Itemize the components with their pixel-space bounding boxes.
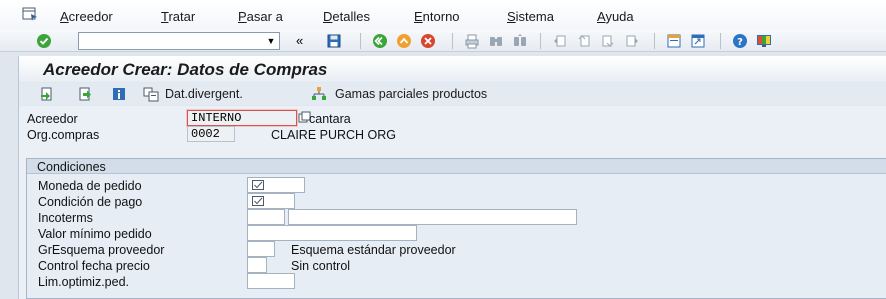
moneda-label: Moneda de pedido xyxy=(38,179,142,193)
valor-minimo-label: Valor mínimo pedido xyxy=(38,227,152,241)
toolbar-separator xyxy=(720,33,721,49)
acreedor-field[interactable]: INTERNO xyxy=(187,110,297,126)
chevron-down-icon[interactable]: ▼ xyxy=(263,33,279,49)
find-icon[interactable] xyxy=(488,33,504,49)
previous-page-icon[interactable] xyxy=(576,33,592,49)
org-compras-label: Org.compras xyxy=(27,128,100,142)
print-icon[interactable] xyxy=(464,33,480,49)
menu-acreedor[interactable]: Acreedor xyxy=(60,9,113,24)
required-check-icon xyxy=(252,180,264,190)
back-icon[interactable] xyxy=(372,33,388,49)
condicion-pago-label: Condición de pago xyxy=(38,195,143,209)
form-area: Acreedor INTERNO cantara Org.compras 000… xyxy=(19,106,886,299)
divergent-data-icon[interactable] xyxy=(143,86,159,102)
condiciones-title-bar: Condiciones xyxy=(27,159,886,174)
dat-divergent-button[interactable]: Dat.divergent. xyxy=(165,87,243,101)
lim-optimiz-label: Lim.optimiz.ped. xyxy=(38,275,130,289)
control-fecha-field[interactable] xyxy=(247,257,267,273)
incoterms-label: Incoterms xyxy=(38,211,93,225)
menu-ayuda[interactable]: Ayuda xyxy=(597,9,634,24)
condiciones-group: Condiciones Moneda de pedido Condición d… xyxy=(26,158,886,299)
incoterms-field-2[interactable] xyxy=(288,209,577,225)
gresquema-field[interactable] xyxy=(247,241,275,257)
condicion-pago-field[interactable] xyxy=(247,193,295,209)
menu-bar: Acreedor Tratar Pasar a Detalles Entorno… xyxy=(0,0,886,30)
toolbar-separator xyxy=(540,33,541,49)
gresquema-description: Esquema estándar proveedor xyxy=(291,243,456,257)
command-field[interactable]: ▼ xyxy=(78,32,280,50)
menu-entorno[interactable]: Entorno xyxy=(414,9,460,24)
cancel-icon[interactable] xyxy=(420,33,436,49)
standard-toolbar: ▼ « ? xyxy=(0,30,886,52)
menu-detalles[interactable]: Detalles xyxy=(323,9,370,24)
control-fecha-description: Sin control xyxy=(291,259,351,273)
acreedor-description: cantara xyxy=(309,112,351,126)
menu-sistema[interactable]: Sistema xyxy=(507,9,554,24)
toolbar-separator xyxy=(452,33,453,49)
control-fecha-label: Control fecha precio xyxy=(38,259,150,273)
lim-optimiz-field[interactable] xyxy=(247,273,295,289)
enter-check-icon[interactable] xyxy=(36,33,52,49)
shortcut-icon[interactable] xyxy=(690,33,706,49)
find-next-icon[interactable] xyxy=(512,33,528,49)
org-compras-field[interactable]: 0002 xyxy=(187,126,235,142)
main-area: Acreedor Crear: Datos de Compras Dat.div… xyxy=(18,56,886,299)
next-page-icon[interactable] xyxy=(600,33,616,49)
toolbar-separator xyxy=(654,33,655,49)
title-bar: Acreedor Crear: Datos de Compras xyxy=(19,56,886,82)
toolbar-separator xyxy=(360,33,361,49)
hierarchy-icon[interactable] xyxy=(311,86,327,102)
gresquema-label: GrEsquema proveedor xyxy=(38,243,165,257)
menu-system-icon[interactable] xyxy=(22,7,38,21)
valor-minimo-field[interactable] xyxy=(247,225,417,241)
info-icon[interactable] xyxy=(111,86,127,102)
incoterms-field-1[interactable] xyxy=(247,209,285,225)
menu-pasar-a[interactable]: Pasar a xyxy=(238,9,283,24)
first-page-icon[interactable] xyxy=(552,33,568,49)
other-vendor-icon[interactable] xyxy=(39,86,55,102)
condiciones-title: Condiciones xyxy=(37,160,106,174)
moneda-field[interactable] xyxy=(247,177,305,193)
application-toolbar: Dat.divergent. Gamas parciales productos xyxy=(19,83,886,105)
customize-layout-icon[interactable] xyxy=(756,33,772,49)
next-screen-icon[interactable] xyxy=(77,86,93,102)
acreedor-label: Acreedor xyxy=(27,112,78,126)
gamas-parciales-button[interactable]: Gamas parciales productos xyxy=(335,87,487,101)
menu-tratar[interactable]: Tratar xyxy=(161,9,195,24)
page-title: Acreedor Crear: Datos de Compras xyxy=(43,60,328,79)
exit-icon[interactable] xyxy=(396,33,412,49)
new-session-icon[interactable] xyxy=(666,33,682,49)
svg-text:?: ? xyxy=(737,37,743,48)
save-icon[interactable] xyxy=(326,33,342,49)
org-compras-description: CLAIRE PURCH ORG xyxy=(271,128,397,142)
history-back-icon[interactable]: « xyxy=(296,33,303,48)
required-check-icon xyxy=(252,196,264,206)
last-page-icon[interactable] xyxy=(624,33,640,49)
help-icon[interactable]: ? xyxy=(732,33,748,49)
